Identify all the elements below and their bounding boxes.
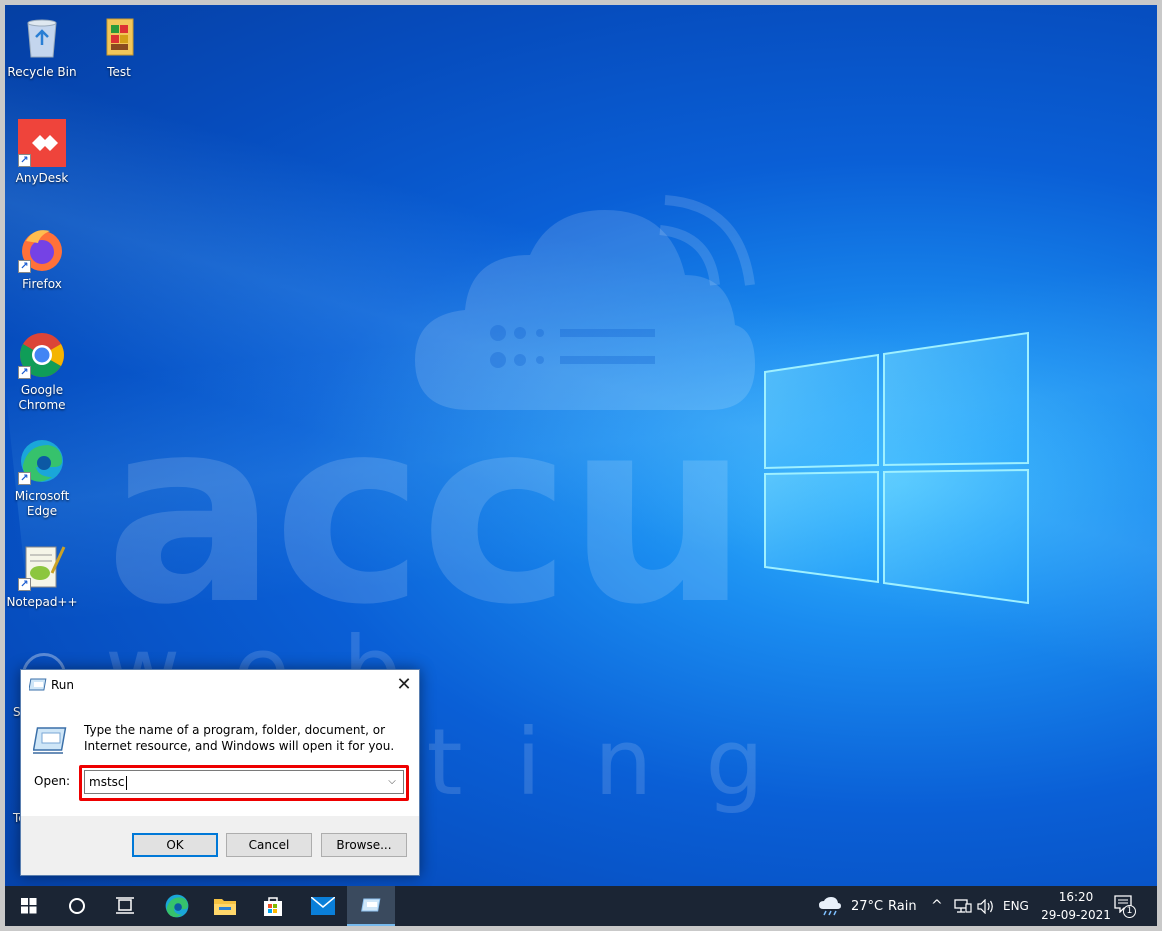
run-dialog-description: Type the name of a program, folder, docu… <box>84 723 395 753</box>
desktop-icon-recycle-bin[interactable]: Recycle Bin <box>5 13 80 80</box>
desktop-icon-label: Google Chrome <box>18 383 66 412</box>
notification-badge: 1 <box>1123 905 1136 918</box>
notepad-plus-plus-icon: ↗ <box>18 543 66 591</box>
mail-icon <box>311 897 335 915</box>
edge-icon: ↗ <box>18 437 66 485</box>
folder-icon <box>95 13 143 61</box>
browse-button[interactable]: Browse... <box>321 833 407 857</box>
ok-button[interactable]: OK <box>132 833 218 857</box>
windows-logo <box>764 331 1029 605</box>
desktop-icon-test[interactable]: Test <box>81 13 157 80</box>
clock-date[interactable]: 29-09-2021 <box>1038 908 1114 922</box>
run-icon <box>361 898 381 912</box>
open-label: Open: <box>34 774 71 788</box>
desktop-icon-label: Microsoft Edge <box>14 489 70 518</box>
action-center-button[interactable]: 1 <box>1114 894 1136 918</box>
network-icon[interactable] <box>954 899 972 914</box>
taskbar-file-explorer[interactable] <box>201 886 249 926</box>
run-dialog-titlebar[interactable]: Run ✕ <box>21 670 419 701</box>
weather-rain-icon[interactable] <box>818 896 842 916</box>
open-input-value: mstsc <box>89 775 125 789</box>
desktop-screen: accu web hosting Recycle Bin <box>5 5 1157 926</box>
desktop-icon-label: Firefox <box>22 277 62 291</box>
shortcut-arrow-icon: ↗ <box>18 154 31 167</box>
shortcut-arrow-icon: ↗ <box>18 260 31 273</box>
shortcut-arrow-icon: ↗ <box>18 366 31 379</box>
run-icon <box>33 727 67 754</box>
desktop-icon-label: Recycle Bin <box>7 65 77 79</box>
anydesk-icon: ↗ <box>18 119 66 167</box>
taskbar-edge[interactable] <box>153 886 201 926</box>
cancel-button[interactable]: Cancel <box>226 833 312 857</box>
clock-time[interactable]: 16:20 <box>1038 890 1114 904</box>
desktop-icon-google-chrome[interactable]: ↗ Google Chrome <box>5 331 80 413</box>
run-app-icon <box>29 678 47 691</box>
desktop-icon-notepad-plus-plus[interactable]: ↗ Notepad++ <box>5 543 80 610</box>
desktop-icon-anydesk[interactable]: ↗ AnyDesk <box>5 119 80 186</box>
folder-icon <box>214 899 236 915</box>
chrome-icon: ↗ <box>18 331 66 379</box>
taskbar: 27°C Rain ^ ENG 16:20 29-09-2021 1 <box>5 886 1157 926</box>
firefox-icon: ↗ <box>18 225 66 273</box>
shortcut-arrow-icon: ↗ <box>18 472 31 485</box>
input-language[interactable]: ENG <box>1003 899 1029 913</box>
desktop-icon-firefox[interactable]: ↗ Firefox <box>5 225 80 292</box>
chevron-down-icon[interactable]: ⌵ <box>385 771 399 793</box>
weather-temperature[interactable]: 27°C <box>851 899 883 914</box>
start-button[interactable] <box>5 886 53 926</box>
windows-start-icon <box>21 898 37 914</box>
task-view-icon <box>116 897 134 914</box>
weather-condition[interactable]: Rain <box>888 899 917 914</box>
desktop-icon-label: Test <box>107 65 131 79</box>
open-combobox-input[interactable]: mstsc ⌵ <box>84 770 404 794</box>
run-dialog-title: Run <box>51 678 75 692</box>
edge-icon <box>165 894 189 918</box>
taskbar-store[interactable] <box>249 886 297 926</box>
run-dialog: Run ✕ Type the name of a program, folder… <box>20 669 420 876</box>
recycle-bin-icon <box>18 13 66 61</box>
volume-icon[interactable] <box>977 899 995 914</box>
close-icon[interactable]: ✕ <box>389 670 419 700</box>
desktop-icon-label: AnyDesk <box>15 171 69 185</box>
search-circle-icon <box>69 898 85 914</box>
taskbar-run[interactable] <box>347 886 395 926</box>
tray-chevron-icon[interactable]: ^ <box>931 898 943 914</box>
desktop-icon-microsoft-edge[interactable]: ↗ Microsoft Edge <box>5 437 80 519</box>
taskbar-mail[interactable] <box>299 886 347 926</box>
shortcut-arrow-icon: ↗ <box>18 578 31 591</box>
search-button[interactable] <box>53 886 101 926</box>
desktop-icon-label: Notepad++ <box>6 595 78 609</box>
task-view-button[interactable] <box>101 886 149 926</box>
run-dialog-footer: OK Cancel Browse... <box>21 816 419 875</box>
store-bag-icon <box>264 897 282 916</box>
text-caret <box>125 775 127 790</box>
